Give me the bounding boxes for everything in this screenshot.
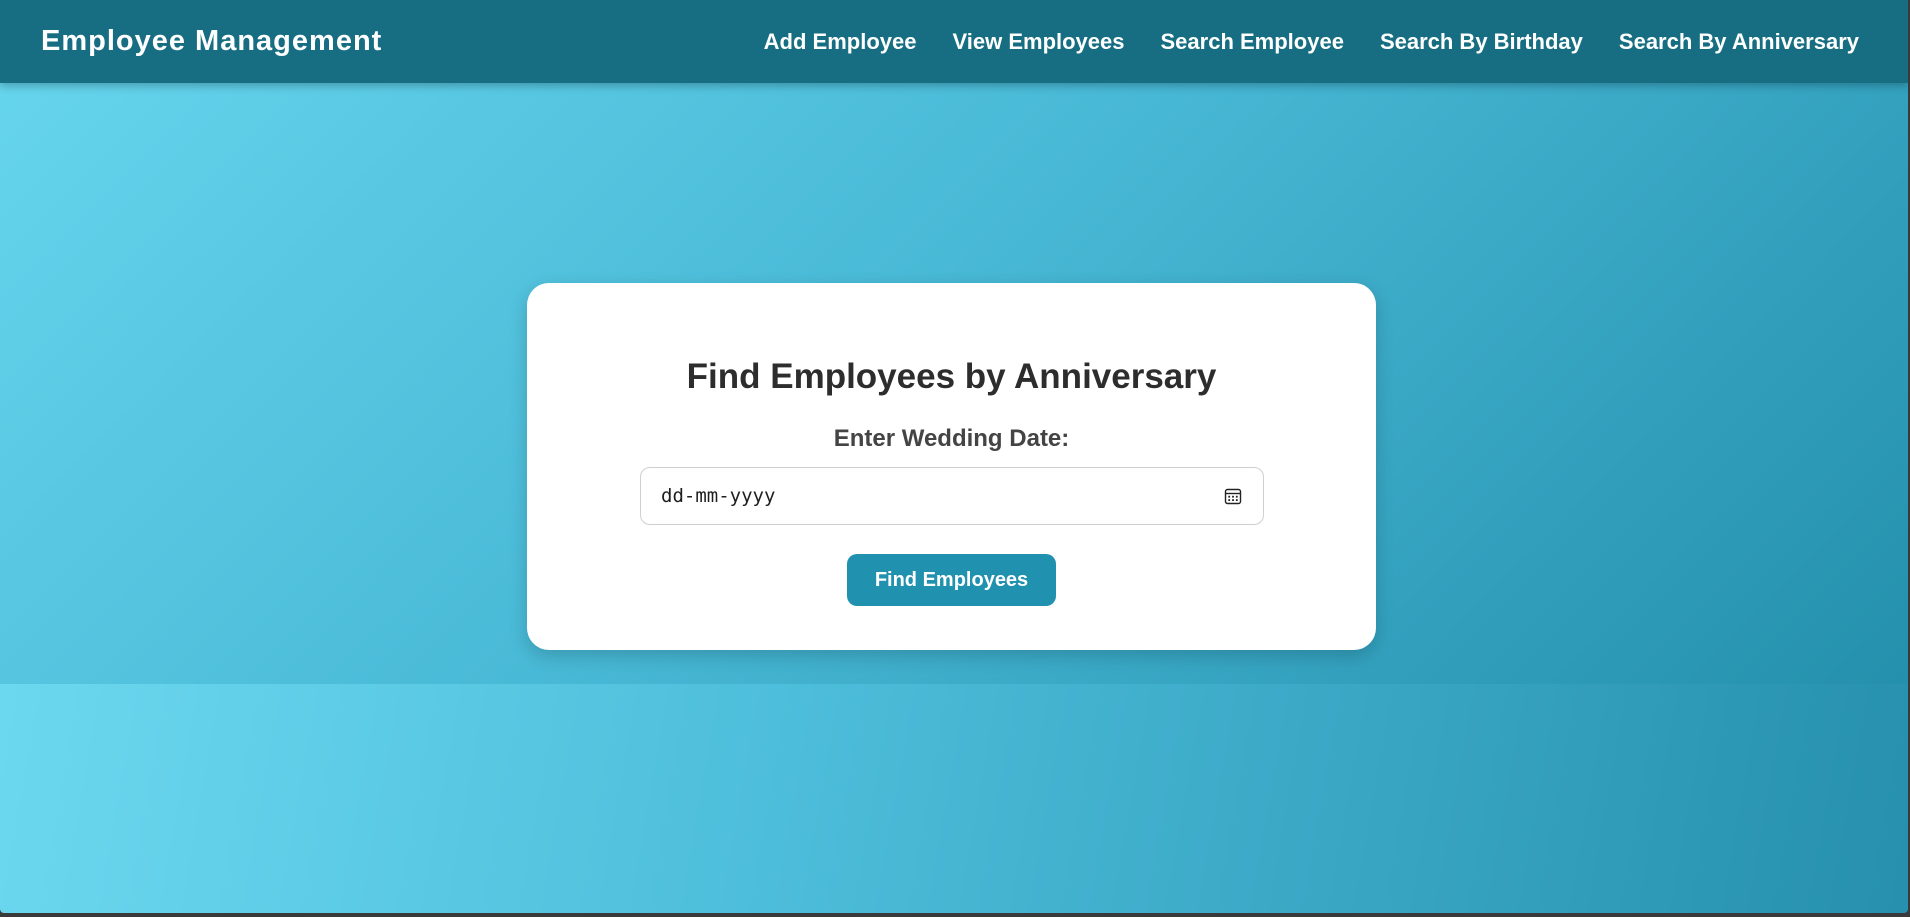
find-employees-button[interactable]: Find Employees	[847, 554, 1056, 606]
navbar: Employee Management Add Employee View Em…	[0, 0, 1908, 83]
lower-section	[0, 684, 1908, 913]
hero-section: Find Employees by Anniversary Enter Wedd…	[0, 83, 1908, 684]
nav-link-add-employee[interactable]: Add Employee	[764, 29, 917, 55]
wedding-date-input[interactable]: dd-mm-yyyy	[640, 467, 1264, 525]
brand-title: Employee Management	[41, 25, 383, 57]
nav-links: Add Employee View Employees Search Emplo…	[764, 29, 1859, 55]
nav-link-search-by-anniversary[interactable]: Search By Anniversary	[1619, 29, 1859, 55]
search-card: Find Employees by Anniversary Enter Wedd…	[527, 283, 1376, 650]
nav-link-search-employee[interactable]: Search Employee	[1161, 29, 1344, 55]
date-placeholder: dd-mm-yyyy	[661, 485, 776, 507]
nav-link-search-by-birthday[interactable]: Search By Birthday	[1380, 29, 1583, 55]
nav-link-view-employees[interactable]: View Employees	[952, 29, 1124, 55]
date-label: Enter Wedding Date:	[833, 425, 1070, 452]
page-title: Find Employees by Anniversary	[686, 357, 1217, 396]
app-window: Employee Management Add Employee View Em…	[0, 0, 1908, 913]
calendar-icon[interactable]	[1223, 486, 1243, 506]
